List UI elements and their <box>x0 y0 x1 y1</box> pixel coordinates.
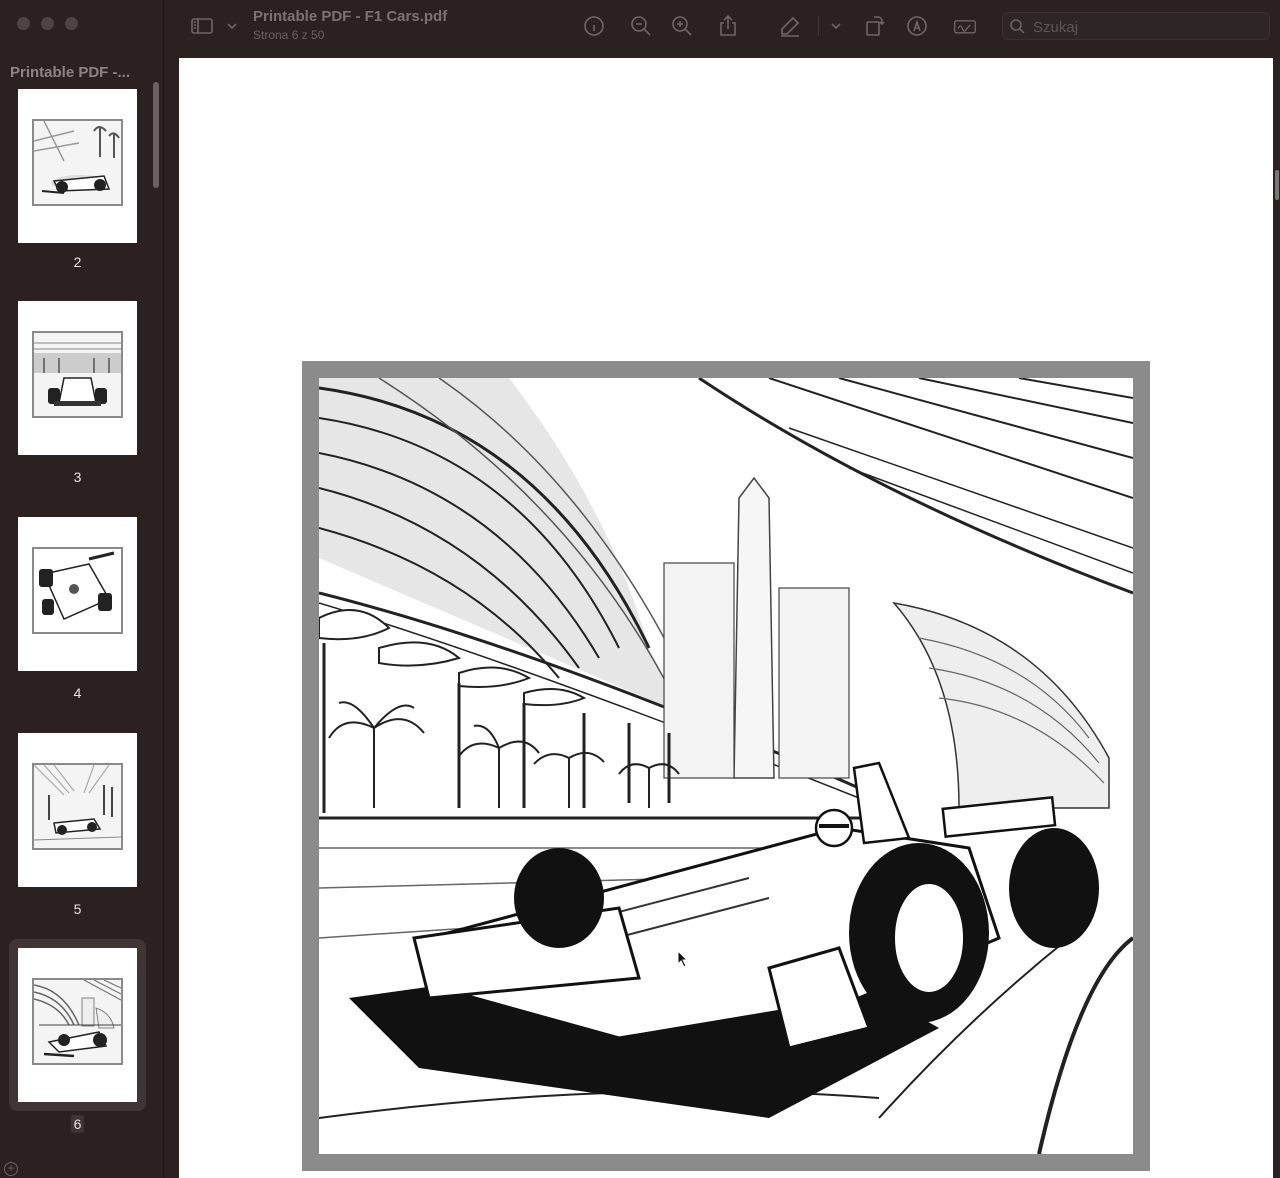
zoom-window-button[interactable] <box>65 17 78 30</box>
info-icon[interactable] <box>582 14 606 38</box>
sidebar-title: Printable PDF -... <box>10 64 131 81</box>
toolbar-divider <box>818 16 819 36</box>
close-window-button[interactable] <box>17 17 30 30</box>
zoom-out-icon[interactable] <box>629 14 653 38</box>
add-icon[interactable]: + <box>4 1162 18 1176</box>
thumbnail-label-text: 6 <box>70 1115 85 1133</box>
highlight-pen-icon[interactable] <box>778 14 802 38</box>
sidebar-toggle-icon[interactable] <box>190 14 214 38</box>
chevron-down-icon[interactable] <box>220 14 237 38</box>
chevron-down-icon[interactable] <box>824 14 841 38</box>
rotate-icon[interactable] <box>863 14 887 38</box>
search-input[interactable] <box>1033 17 1253 37</box>
signature-icon[interactable] <box>953 14 981 38</box>
thumbnail-image <box>18 301 137 455</box>
thumbnail-image <box>18 948 137 1102</box>
sidebar-scrollbar[interactable] <box>153 82 159 188</box>
search-icon <box>1009 18 1027 36</box>
thumbnail-label: 4 <box>73 685 82 701</box>
thumbnail-label: 5 <box>73 901 82 917</box>
document-title: Printable PDF - F1 Cars.pdf <box>253 8 448 25</box>
thumbnail-image <box>18 517 137 671</box>
thumbnail-label: 3 <box>73 469 82 485</box>
thumbnail-label: 2 <box>73 254 82 270</box>
pdf-page <box>179 58 1273 1178</box>
thumbnail-image <box>18 733 137 887</box>
f1-car-illustration <box>319 378 1133 1154</box>
preview-app: Printable PDF -... 2 3 4 5 6 + Printable… <box>0 0 1280 1178</box>
mouse-cursor-icon <box>677 950 689 968</box>
thumbnail-image <box>18 89 137 243</box>
window-controls <box>17 17 78 30</box>
page-indicator: Strona 6 z 50 <box>253 28 325 42</box>
document-scrollbar[interactable] <box>1275 170 1279 200</box>
thumbnail-sidebar: Printable PDF -... 2 3 4 5 6 + <box>0 0 164 1178</box>
share-icon[interactable] <box>716 14 740 38</box>
illustration-frame <box>302 361 1150 1171</box>
minimize-window-button[interactable] <box>41 17 54 30</box>
document-view[interactable] <box>165 52 1280 1178</box>
markup-icon[interactable] <box>905 14 929 38</box>
search-field[interactable] <box>1002 12 1270 40</box>
toolbar: Printable PDF - F1 Cars.pdf Strona 6 z 5… <box>164 0 1280 52</box>
zoom-in-icon[interactable] <box>670 14 694 38</box>
thumbnail-label: 6 <box>0 1115 155 1133</box>
